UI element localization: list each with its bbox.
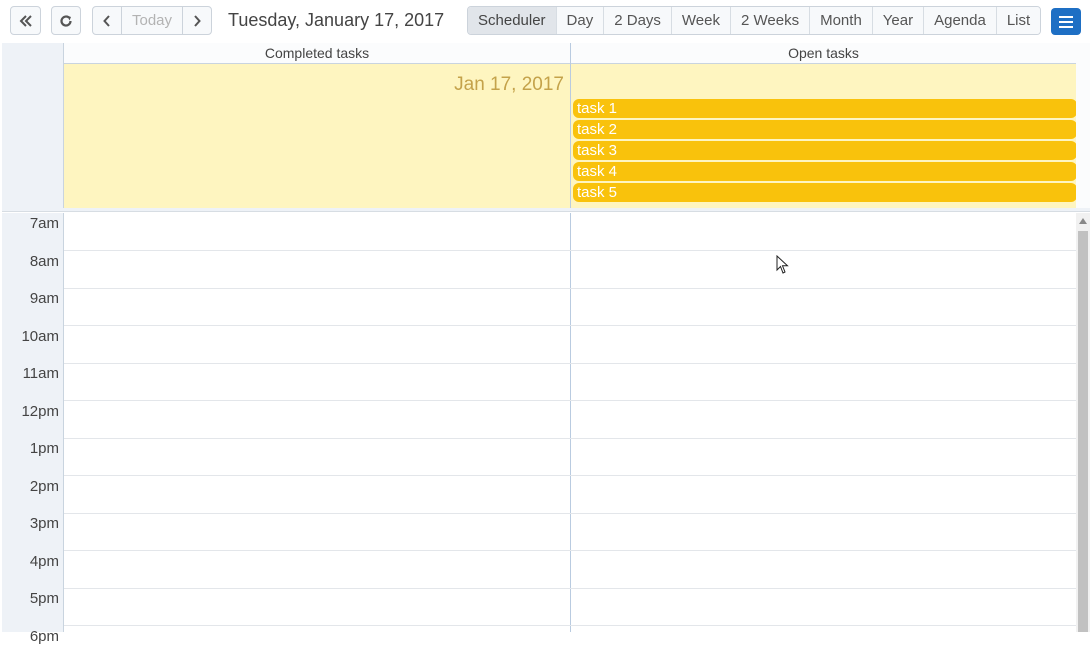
double-chevron-left-icon: [19, 14, 32, 27]
task-event[interactable]: task 3: [573, 141, 1077, 160]
hour-label: 9am: [29, 290, 59, 307]
hour-gridline: [64, 513, 1076, 514]
hamburger-menu-icon: [1059, 15, 1073, 18]
hour-gridline: [64, 475, 1076, 476]
view-agenda[interactable]: Agenda: [923, 7, 996, 34]
view-2-days[interactable]: 2 Days: [603, 7, 671, 34]
hour-label: 3pm: [29, 515, 59, 532]
column-divider: [570, 43, 571, 208]
menu-button[interactable]: [1051, 8, 1081, 35]
view-2-weeks[interactable]: 2 Weeks: [730, 7, 810, 34]
hour-gridline: [64, 400, 1076, 401]
hour-label: 8am: [29, 253, 59, 270]
allday-completed-tasks[interactable]: Jan 17, 2017: [64, 64, 570, 208]
hour-gridline: [64, 288, 1076, 289]
column-divider: [570, 213, 571, 632]
view-switcher: Scheduler Day 2 Days Week 2 Weeks Month …: [467, 6, 1042, 35]
scroll-up-arrow-icon[interactable]: [1079, 218, 1087, 224]
hour-label: 2pm: [29, 478, 59, 495]
previous-range-button[interactable]: [10, 6, 41, 35]
view-month[interactable]: Month: [809, 7, 872, 34]
current-date-title: Tuesday, January 17, 2017: [228, 10, 445, 30]
scrollbar-thumb[interactable]: [1078, 231, 1088, 632]
time-axis: 7am 8am 9am 10am 11am 12pm 1pm 2pm 3pm 4…: [2, 213, 64, 645]
time-column-completed-tasks[interactable]: [64, 213, 570, 632]
view-list[interactable]: List: [995, 7, 1041, 34]
column-header-open-tasks: Open tasks: [571, 43, 1076, 64]
task-event[interactable]: task 4: [573, 162, 1077, 181]
hour-gridline: [64, 588, 1076, 589]
hour-label: 12pm: [21, 403, 59, 420]
hour-gridline: [64, 438, 1076, 439]
refresh-button[interactable]: [51, 6, 81, 35]
hour-label: 10am: [21, 328, 59, 345]
hour-gridline: [64, 325, 1076, 326]
hour-gridline: [64, 550, 1076, 551]
hour-gridline: [64, 250, 1076, 251]
hour-gridline: [64, 363, 1076, 364]
chevron-left-icon: [103, 14, 110, 27]
hour-label: 4pm: [29, 553, 59, 570]
hour-gridline: [64, 625, 1076, 626]
toolbar: Today Tuesday, January 17, 2017 Schedule…: [0, 0, 1090, 42]
hour-label: 11am: [22, 365, 59, 382]
vertical-scrollbar[interactable]: [1076, 213, 1090, 632]
today-button[interactable]: Today: [121, 6, 183, 35]
hour-label: 1pm: [29, 440, 59, 457]
allday-open-tasks[interactable]: task 1 task 2 task 3 task 4 task 5: [571, 64, 1077, 208]
view-year[interactable]: Year: [871, 7, 924, 34]
column-header-completed-tasks: Completed tasks: [64, 43, 570, 64]
header-gutter: [2, 43, 64, 208]
refresh-icon: [60, 14, 72, 27]
view-week[interactable]: Week: [670, 7, 730, 34]
hour-label: 6pm: [29, 628, 59, 645]
next-button[interactable]: [182, 6, 212, 35]
allday-separator: [2, 208, 1090, 212]
task-event[interactable]: task 5: [573, 183, 1077, 202]
header-right-edge: [1076, 43, 1090, 208]
scheduler-calendar: Completed tasks Open tasks Jan 17, 2017 …: [2, 43, 1090, 645]
mouse-pointer-icon: [776, 255, 789, 274]
view-day[interactable]: Day: [555, 7, 604, 34]
task-event[interactable]: task 2: [573, 120, 1077, 139]
hour-label: 7am: [29, 215, 59, 232]
allday-date-label: Jan 17, 2017: [454, 74, 564, 95]
view-scheduler[interactable]: Scheduler: [468, 7, 556, 34]
previous-button[interactable]: [92, 6, 122, 35]
hour-label: 5pm: [29, 590, 59, 607]
time-grid: 7am 8am 9am 10am 11am 12pm 1pm 2pm 3pm 4…: [2, 213, 1090, 645]
task-event[interactable]: task 1: [573, 99, 1077, 118]
chevron-right-icon: [194, 14, 201, 27]
time-column-open-tasks[interactable]: [571, 213, 1076, 632]
